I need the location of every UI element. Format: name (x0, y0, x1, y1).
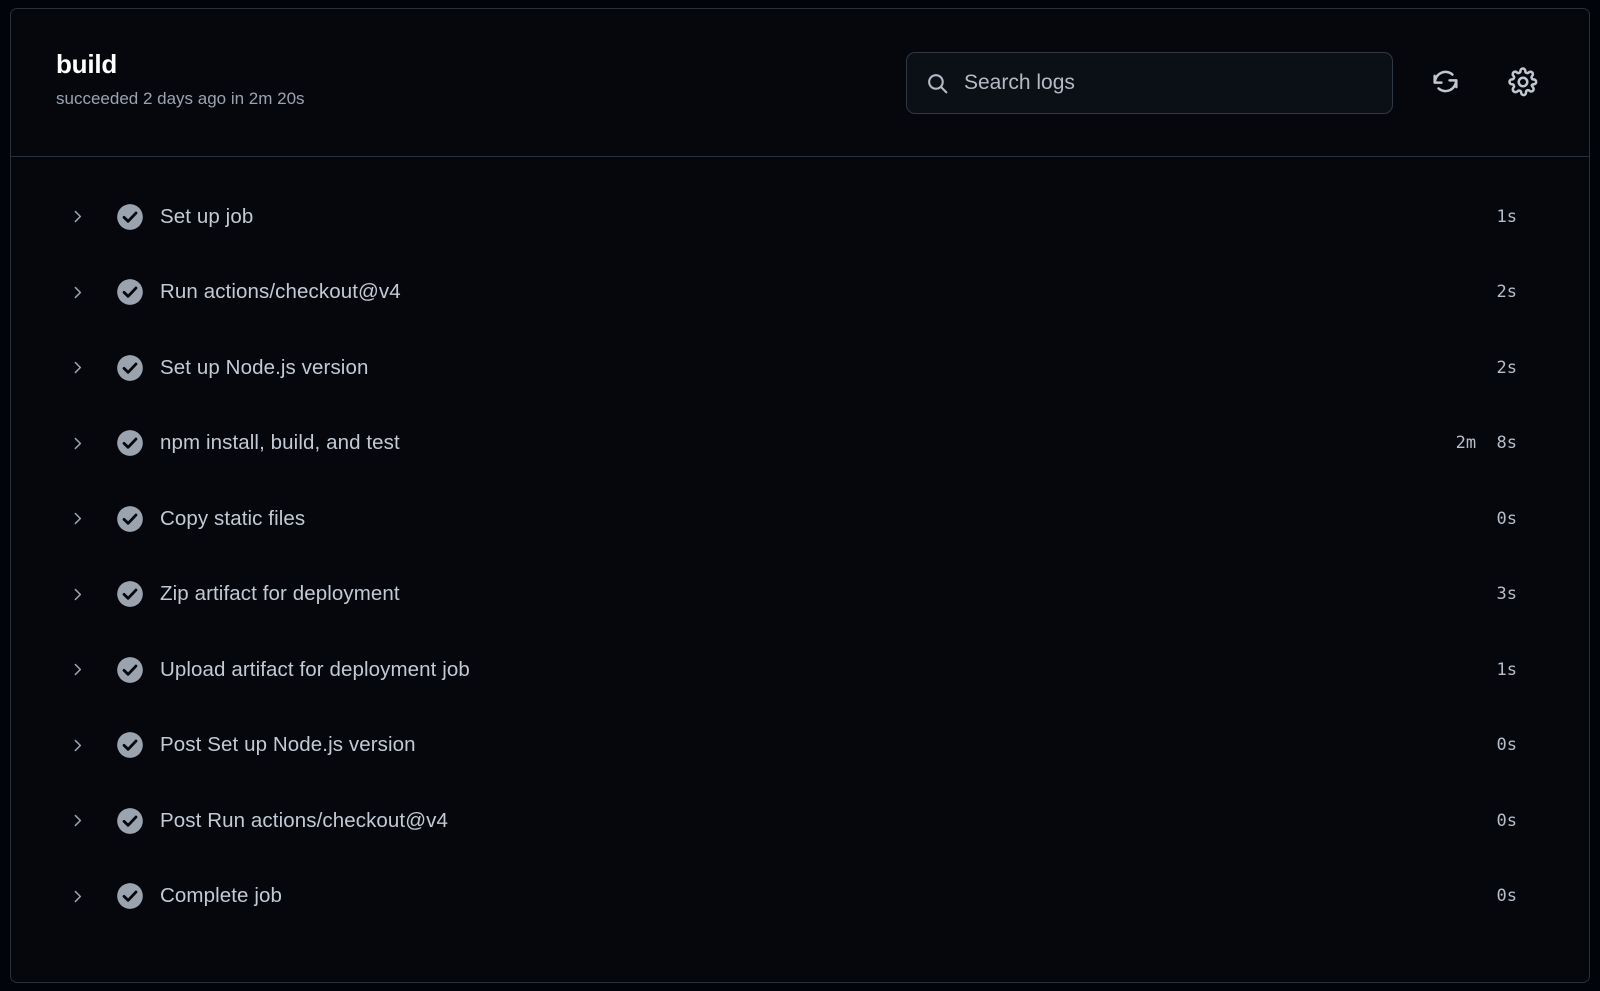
chevron-right-icon[interactable] (67, 207, 87, 227)
chevron-right-icon[interactable] (67, 735, 87, 755)
search-icon (925, 71, 950, 96)
status-success-icon (116, 731, 144, 759)
chevron-right-icon[interactable] (67, 886, 87, 906)
step-name: Set up job (160, 205, 1497, 229)
step-duration: 2s (1497, 358, 1517, 378)
step-duration: 1s (1497, 660, 1517, 680)
step-row[interactable]: Copy static files0s (11, 481, 1589, 557)
gear-icon (1507, 66, 1539, 101)
step-duration: 2s (1497, 282, 1517, 302)
step-row[interactable]: Complete job0s (11, 859, 1589, 935)
job-status-summary: succeeded 2 days ago in 2m 20s (56, 88, 305, 110)
step-name: Zip artifact for deployment (160, 582, 1497, 606)
step-row[interactable]: npm install, build, and test2m 8s (11, 406, 1589, 482)
step-name: npm install, build, and test (160, 431, 1456, 455)
job-header: build succeeded 2 days ago in 2m 20s (11, 9, 1589, 157)
step-duration: 1s (1497, 207, 1517, 227)
status-success-icon (116, 807, 144, 835)
status-success-icon (116, 354, 144, 382)
chevron-right-icon[interactable] (67, 811, 87, 831)
chevron-right-icon[interactable] (67, 660, 87, 680)
job-steps-list: Set up job1sRun actions/checkout@v42sSet… (11, 157, 1589, 934)
chevron-right-icon[interactable] (67, 282, 87, 302)
settings-button[interactable] (1495, 55, 1551, 111)
chevron-right-icon[interactable] (67, 433, 87, 453)
chevron-right-icon[interactable] (67, 509, 87, 529)
search-logs-box[interactable] (906, 52, 1393, 114)
step-duration: 2m 8s (1456, 433, 1517, 453)
step-duration: 0s (1497, 886, 1517, 906)
step-name: Complete job (160, 884, 1497, 908)
step-row[interactable]: Set up Node.js version2s (11, 330, 1589, 406)
job-header-text: build succeeded 2 days ago in 2m 20s (56, 49, 305, 110)
step-row[interactable]: Zip artifact for deployment3s (11, 557, 1589, 633)
step-row[interactable]: Set up job1s (11, 179, 1589, 255)
status-success-icon (116, 429, 144, 457)
step-row[interactable]: Post Set up Node.js version0s (11, 708, 1589, 784)
search-input[interactable] (964, 71, 1374, 95)
step-name: Copy static files (160, 507, 1497, 531)
status-success-icon (116, 882, 144, 910)
step-name: Set up Node.js version (160, 356, 1497, 380)
step-name: Run actions/checkout@v4 (160, 280, 1497, 304)
step-duration: 0s (1497, 509, 1517, 529)
step-duration: 0s (1497, 811, 1517, 831)
chevron-right-icon[interactable] (67, 358, 87, 378)
step-row[interactable]: Run actions/checkout@v42s (11, 255, 1589, 331)
page-title: build (56, 49, 305, 80)
job-log-panel: build succeeded 2 days ago in 2m 20s (10, 8, 1590, 983)
status-success-icon (116, 656, 144, 684)
step-name: Upload artifact for deployment job (160, 658, 1497, 682)
header-actions (906, 52, 1551, 114)
step-row[interactable]: Post Run actions/checkout@v40s (11, 783, 1589, 859)
chevron-right-icon[interactable] (67, 584, 87, 604)
step-duration: 0s (1497, 735, 1517, 755)
step-row[interactable]: Upload artifact for deployment job1s (11, 632, 1589, 708)
refresh-icon (1430, 66, 1461, 100)
status-success-icon (116, 278, 144, 306)
refresh-button[interactable] (1417, 55, 1473, 111)
status-success-icon (116, 203, 144, 231)
status-success-icon (116, 505, 144, 533)
step-name: Post Set up Node.js version (160, 733, 1497, 757)
step-duration: 3s (1497, 584, 1517, 604)
step-name: Post Run actions/checkout@v4 (160, 809, 1497, 833)
status-success-icon (116, 580, 144, 608)
